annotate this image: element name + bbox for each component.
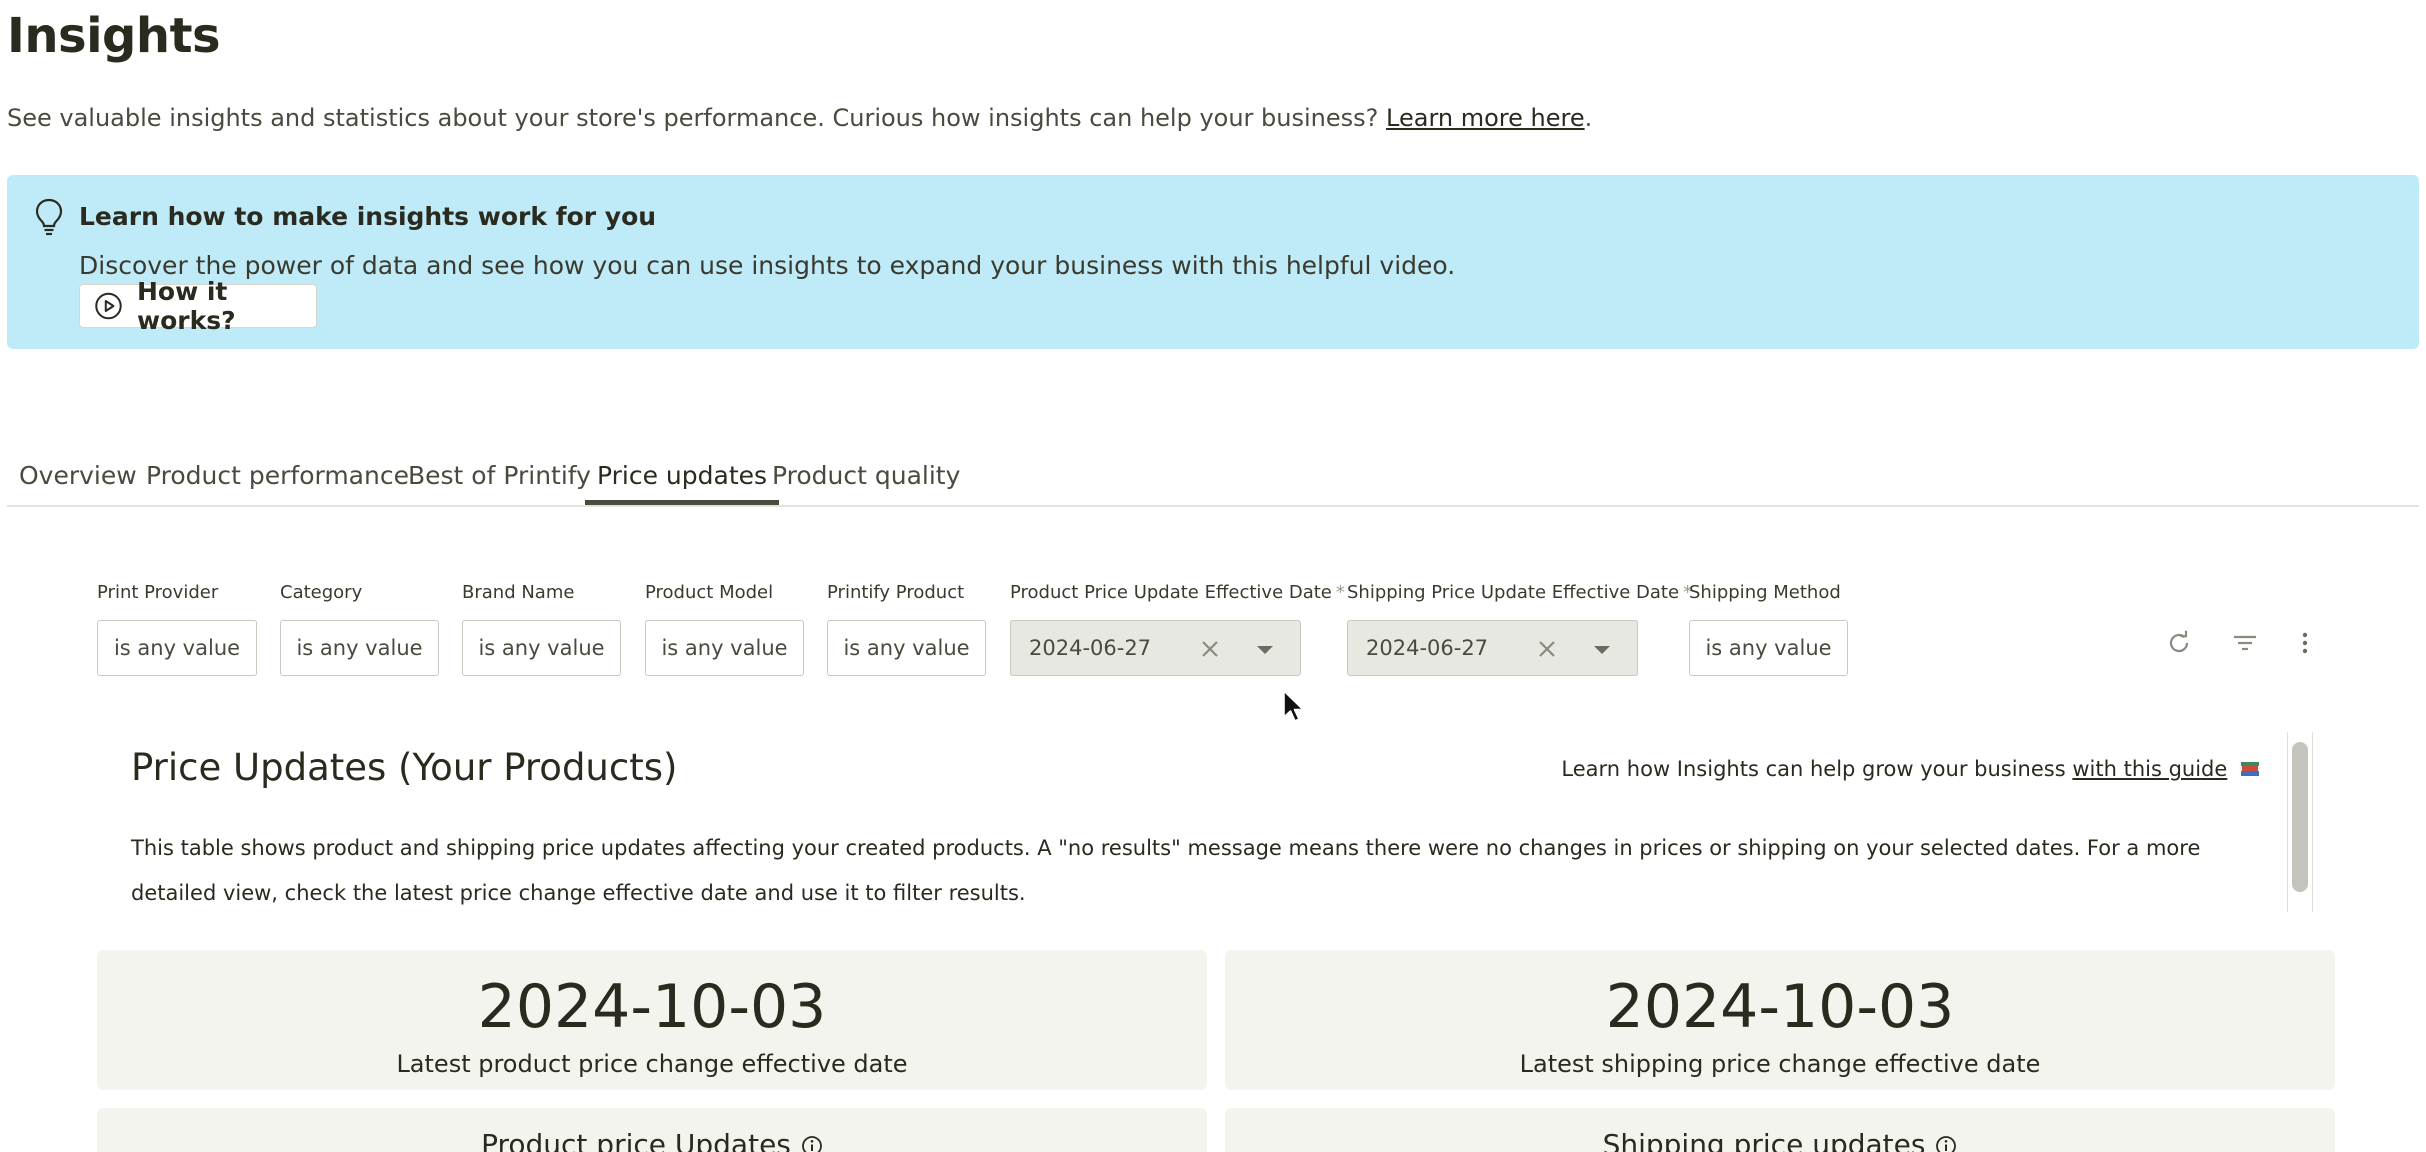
tab-product-performance[interactable]: Product performance [134,461,421,505]
shipping-updates-card: Shipping price updates [1225,1108,2335,1152]
banner-description: Discover the power of data and see how y… [79,251,1456,280]
product-updates-title: Product price Updates [481,1128,791,1152]
guide-text: Learn how Insights can help grow your bu… [1561,757,2260,781]
how-it-works-button[interactable]: How it works? [79,277,317,335]
filter-label: Brand Name [462,582,575,603]
required-marker: * [1335,582,1345,603]
books-icon [2241,762,2259,776]
filter-shipping-method: Shipping Method is any value [1689,582,1848,676]
more-vertical-icon[interactable] [2290,628,2320,658]
mouse-cursor-icon [1283,690,1304,722]
shipping-date-card: 2024-10-03 Latest shipping price change … [1225,950,2335,1090]
lightbulb-icon [35,198,63,236]
filter-label: Shipping Price Update Effective Date * [1347,582,1692,604]
product-date-card: 2024-10-03 Latest product price change e… [97,950,1207,1090]
info-icon[interactable] [801,1135,823,1152]
guide-label: Learn how Insights can help grow your bu… [1561,757,2066,781]
play-circle-icon [95,292,122,320]
scrollbar-thumb[interactable] [2292,742,2308,892]
insights-tabs: Overview Product performance Best of Pri… [7,455,2419,507]
shipping-date-caption: Latest shipping price change effective d… [1519,1050,2041,1078]
panel-description: This table shows product and shipping pr… [131,836,2201,905]
shipping-updates-header: Shipping price updates [1225,1128,2335,1152]
filter-category: Category is any value [280,582,439,676]
product-updates-header: Product price Updates [97,1128,1207,1152]
filter-print-provider: Print Provider is any value [97,582,257,676]
tab-best-of-printify[interactable]: Best of Printify [396,461,603,505]
filter-label: Print Provider [97,582,219,603]
tab-price-updates[interactable]: Price updates [585,461,780,505]
learn-more-link[interactable]: Learn more here [1386,104,1585,132]
printify-product-select[interactable]: is any value [827,620,986,676]
shipping-updates-title: Shipping price updates [1602,1128,1926,1152]
shipping-price-date-select[interactable]: 2024-06-27 [1347,620,1638,676]
filter-printify-product: Printify Product is any value [827,582,986,676]
filter-label: Shipping Method [1689,582,1841,603]
filter-shipping-price-date: Shipping Price Update Effective Date * 20… [1347,582,1692,676]
product-date-value: 2024-10-03 [477,972,827,1042]
filter-label: Product Price Update Effective Date * [1010,582,1345,604]
print-provider-select[interactable]: is any value [97,620,257,676]
clear-icon[interactable] [1199,638,1221,660]
product-date-caption: Latest product price change effective da… [396,1050,908,1078]
tab-overview[interactable]: Overview [7,461,149,505]
chevron-down-icon[interactable] [1257,646,1273,654]
product-price-date-value: 2024-06-27 [1029,636,1152,660]
filter-product-model: Product Model is any value [645,582,804,676]
insights-info-banner: Learn how to make insights work for you … [7,175,2419,349]
filter-icon[interactable] [2230,628,2260,658]
filter-label: Printify Product [827,582,965,603]
product-price-date-select[interactable]: 2024-06-27 [1010,620,1301,676]
filter-label: Product Model [645,582,774,603]
brand-name-select[interactable]: is any value [462,620,621,676]
panel-title: Price Updates (Your Products) [131,746,678,789]
shipping-method-select[interactable]: is any value [1689,620,1848,676]
filter-label-text: Product Price Update Effective Date [1010,582,1332,603]
shipping-date-value: 2024-10-03 [1605,972,1955,1042]
page-subtitle: See valuable insights and statistics abo… [7,104,1592,132]
product-updates-card: Product price Updates [97,1108,1207,1152]
guide-link[interactable]: with this guide [2072,757,2227,781]
filter-label: Category [280,582,363,603]
shipping-price-date-value: 2024-06-27 [1366,636,1489,660]
refresh-icon[interactable] [2164,628,2194,658]
how-it-works-label: How it works? [136,277,236,335]
tab-product-quality[interactable]: Product quality [760,461,972,505]
clear-icon[interactable] [1536,638,1558,660]
filter-label-text: Shipping Price Update Effective Date [1347,582,1680,603]
subtitle-text: See valuable insights and statistics abo… [7,104,1379,132]
subtitle-period: . [1584,104,1593,132]
filter-product-price-date: Product Price Update Effective Date * 202… [1010,582,1345,676]
info-icon[interactable] [1935,1135,1957,1152]
product-model-select[interactable]: is any value [645,620,804,676]
page-title: Insights [7,8,221,64]
chevron-down-icon[interactable] [1594,646,1610,654]
filter-brand-name: Brand Name is any value [462,582,621,676]
category-select[interactable]: is any value [280,620,439,676]
banner-title: Learn how to make insights work for you [79,202,657,231]
